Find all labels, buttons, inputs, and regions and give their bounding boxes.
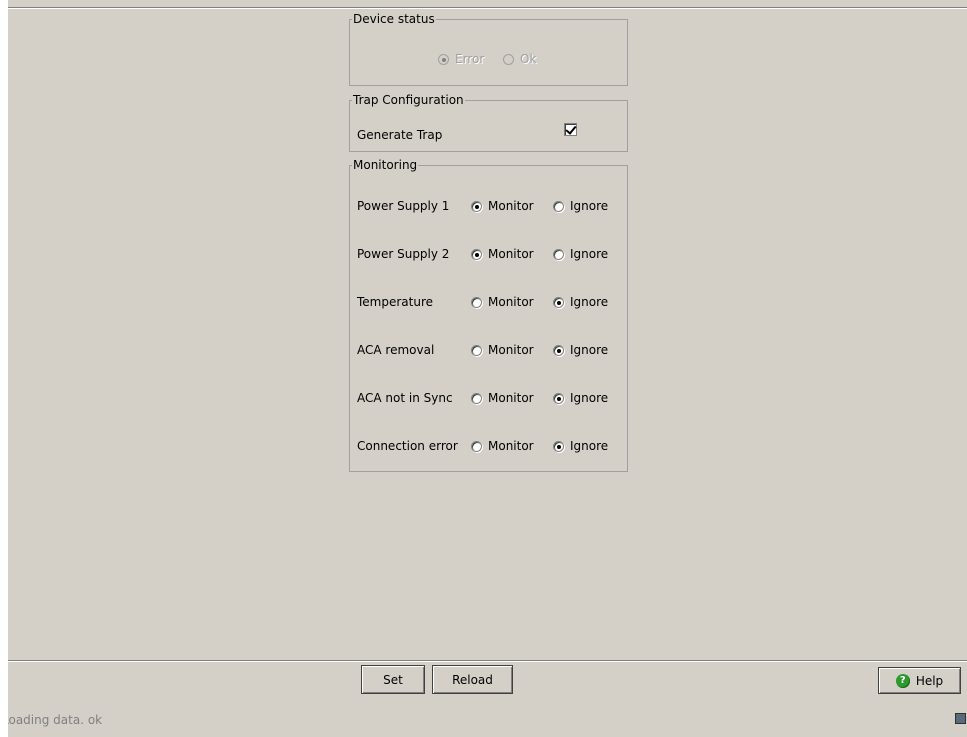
device-status-error-radio: Error [438, 52, 484, 66]
app-window: Device status Error Ok Trap Configuratio… [8, 0, 967, 737]
radio-icon [553, 296, 564, 308]
connection-error-monitor-radio[interactable]: Monitor [471, 439, 534, 453]
trap-configuration-legend: Trap Configuration [353, 93, 464, 107]
power-supply-2-ignore-label: Ignore [570, 247, 609, 261]
power-supply-2-monitor-radio[interactable]: Monitor [471, 247, 534, 261]
radio-icon [553, 344, 564, 356]
connection-error-ignore-radio[interactable]: Ignore [553, 439, 608, 453]
temperature-monitor-label: Monitor [488, 295, 534, 309]
help-button[interactable]: ? Help [878, 667, 961, 694]
radio-icon [553, 248, 564, 260]
device-status-ok-radio: Ok [503, 52, 536, 66]
aca-not-in-sync-ignore-radio[interactable]: Ignore [553, 391, 608, 405]
aca-removal-ignore-radio[interactable]: Ignore [553, 343, 608, 357]
device-status-group: Device status [349, 13, 628, 86]
connection-error-ignore-label: Ignore [570, 439, 609, 453]
aca-not-in-sync-monitor-label: Monitor [488, 391, 534, 405]
device-status-error-label: Error [455, 52, 485, 66]
bottom-divider-highlight [8, 661, 967, 662]
status-text: Loading data. ok [8, 713, 103, 727]
generate-trap-label: Generate Trap [357, 128, 443, 142]
radio-icon [471, 200, 482, 212]
aca-removal-monitor-radio[interactable]: Monitor [471, 343, 534, 357]
monitoring-legend: Monitoring [353, 158, 418, 172]
reload-button[interactable]: Reload [432, 665, 513, 694]
radio-icon [471, 440, 482, 452]
connection-error-monitor-label: Monitor [488, 439, 534, 453]
radio-icon [553, 392, 564, 404]
aca-removal-ignore-label: Ignore [570, 343, 609, 357]
power-supply-1-ignore-label: Ignore [570, 199, 609, 213]
monitor-row-label-connection-error: Connection error [357, 439, 458, 453]
radio-icon [503, 53, 514, 65]
set-button-label: Set [383, 672, 403, 687]
reload-button-label: Reload [452, 672, 493, 687]
power-supply-2-monitor-label: Monitor [488, 247, 534, 261]
radio-icon [471, 392, 482, 404]
monitor-row-label-power-supply-2: Power Supply 2 [357, 247, 450, 261]
monitor-row-label-power-supply-1: Power Supply 1 [357, 199, 450, 213]
temperature-ignore-radio[interactable]: Ignore [553, 295, 608, 309]
monitor-row-label-temperature: Temperature [357, 295, 434, 309]
temperature-ignore-label: Ignore [570, 295, 609, 309]
aca-removal-monitor-label: Monitor [488, 343, 534, 357]
generate-trap-checkbox[interactable] [564, 123, 577, 136]
temperature-monitor-radio[interactable]: Monitor [471, 295, 534, 309]
aca-not-in-sync-monitor-radio[interactable]: Monitor [471, 391, 534, 405]
top-divider-highlight [8, 8, 967, 9]
power-supply-1-monitor-label: Monitor [488, 199, 534, 213]
radio-icon [438, 53, 449, 65]
power-supply-2-ignore-radio[interactable]: Ignore [553, 247, 608, 261]
set-button[interactable]: Set [361, 665, 425, 694]
monitor-row-label-aca-not-in-sync: ACA not in Sync [357, 391, 453, 405]
radio-icon [553, 440, 564, 452]
device-status-ok-label: Ok [520, 52, 537, 66]
power-supply-1-monitor-radio[interactable]: Monitor [471, 199, 534, 213]
monitor-row-label-aca-removal: ACA removal [357, 343, 435, 357]
question-icon: ? [895, 673, 910, 688]
status-indicator-icon [955, 713, 966, 724]
radio-icon [471, 344, 482, 356]
device-status-legend: Device status [353, 12, 435, 26]
radio-icon [553, 200, 564, 212]
radio-icon [471, 248, 482, 260]
trap-configuration-group: Trap Configuration [349, 94, 628, 152]
power-supply-1-ignore-radio[interactable]: Ignore [553, 199, 608, 213]
radio-icon [471, 296, 482, 308]
help-button-label: Help [915, 673, 944, 688]
aca-not-in-sync-ignore-label: Ignore [570, 391, 609, 405]
